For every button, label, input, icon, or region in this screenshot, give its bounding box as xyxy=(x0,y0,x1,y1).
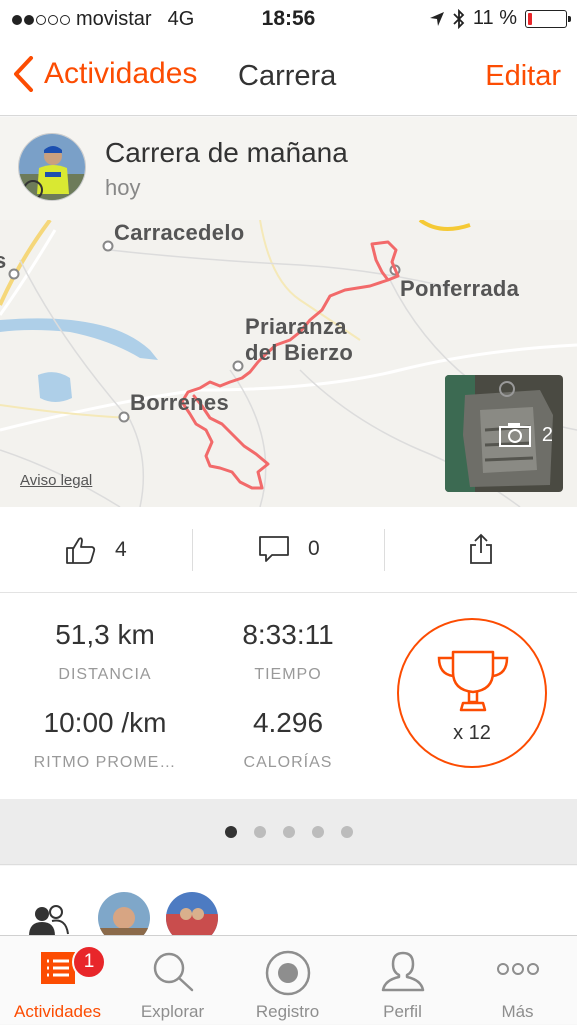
pace-label: RITMO PROME… xyxy=(33,754,177,771)
activities-list-icon xyxy=(40,952,75,984)
page-title: Carrera xyxy=(238,60,337,92)
activity-header: Carrera de mañana hoy xyxy=(0,117,577,220)
map-label-borrenes: Borrenes xyxy=(130,390,229,415)
athlete-avatar[interactable] xyxy=(18,133,86,201)
photo-thumbnail[interactable]: 2 xyxy=(445,375,563,492)
edit-button[interactable]: Editar xyxy=(485,60,561,93)
pace-value: 10:00 /km xyxy=(43,707,167,738)
tab-label: Más xyxy=(501,1002,534,1021)
map-label-carracedelo: Carracedelo xyxy=(114,220,245,245)
bluetooth-icon xyxy=(453,8,465,29)
kudos-avatar[interactable] xyxy=(166,892,218,936)
tab-record[interactable]: Registro xyxy=(230,936,345,1025)
tab-label: Explorar xyxy=(140,1002,205,1021)
page-indicator[interactable] xyxy=(0,799,577,865)
share-icon xyxy=(470,533,492,564)
kudos-count: 4 xyxy=(115,538,127,561)
page-dot[interactable] xyxy=(253,825,266,838)
battery-percent: 11 % xyxy=(472,7,517,29)
map-label-ponferrada: Ponferrada xyxy=(400,276,520,301)
group-icon xyxy=(29,905,69,936)
more-icon xyxy=(496,963,539,975)
map-label-priaranza: Priaranza xyxy=(245,314,347,339)
comment-button[interactable]: 0 xyxy=(258,535,320,563)
tab-profile[interactable]: Perfil xyxy=(345,936,460,1025)
thumbs-up-icon xyxy=(66,537,96,564)
comments-count: 0 xyxy=(308,537,320,560)
tab-label: Perfil xyxy=(383,1002,422,1021)
trophy-icon xyxy=(437,650,509,712)
achievements-count: x 12 xyxy=(453,722,491,744)
kudos-givers-row[interactable] xyxy=(0,866,577,936)
status-right: 11 % xyxy=(429,7,571,30)
kudos-button[interactable]: 4 xyxy=(65,535,127,565)
status-bar: movistar 4G 18:56 11 % xyxy=(0,0,577,38)
legal-notice-link[interactable]: Aviso legal xyxy=(20,472,92,489)
back-button[interactable]: Actividades xyxy=(12,56,197,92)
tab-bar: 1 Actividades Explorar Registro Perfil M… xyxy=(0,935,577,1024)
time-label: TIEMPO xyxy=(254,666,322,683)
time-value: 8:33:11 xyxy=(242,619,334,650)
battery-level xyxy=(528,12,532,25)
profile-icon xyxy=(381,951,424,992)
battery-icon xyxy=(525,9,571,28)
navigation-bar: Actividades Carrera Editar xyxy=(0,38,577,116)
kudos-avatar[interactable] xyxy=(98,892,150,936)
achievements-button[interactable]: x 12 xyxy=(397,618,547,768)
calories-value: 4.296 xyxy=(252,707,324,738)
map-label-edge: s xyxy=(0,248,7,273)
tab-label: Registro xyxy=(255,1002,320,1021)
share-button[interactable] xyxy=(468,533,494,565)
photo-count: 2 xyxy=(498,422,553,448)
tab-more[interactable]: Más xyxy=(460,936,575,1025)
route-map[interactable]: s Carracedelo Ponferrada Priaranza del B… xyxy=(0,220,577,507)
calories-label: CALORÍAS xyxy=(243,754,333,771)
divider xyxy=(192,529,193,571)
distance-label: DISTANCIA xyxy=(58,666,152,683)
divider xyxy=(384,529,385,571)
chevron-left-icon xyxy=(14,56,33,92)
page-dot[interactable] xyxy=(311,825,324,838)
search-icon xyxy=(153,952,193,992)
tab-label: Actividades xyxy=(14,1002,101,1021)
activity-date: hoy xyxy=(105,175,141,200)
notification-badge: 1 xyxy=(72,945,106,979)
tab-activities[interactable]: 1 Actividades xyxy=(0,936,115,1025)
social-actions-bar: 4 0 xyxy=(0,507,577,593)
map-label-del-bierzo: del Bierzo xyxy=(245,340,354,365)
record-icon xyxy=(265,950,310,996)
camera-icon xyxy=(498,423,531,447)
distance-value: 51,3 km xyxy=(55,619,155,650)
comment-icon xyxy=(259,536,289,562)
page-dot[interactable] xyxy=(224,825,237,838)
back-button-label: Actividades xyxy=(44,57,198,90)
page-dot[interactable] xyxy=(340,825,353,838)
location-arrow-icon xyxy=(429,11,444,26)
activity-stats[interactable]: 51,3 km DISTANCIA 8:33:11 TIEMPO 10:00 /… xyxy=(0,593,577,799)
page-dot[interactable] xyxy=(282,825,295,838)
activity-title: Carrera de mañana xyxy=(105,137,348,168)
tab-explore[interactable]: Explorar xyxy=(115,936,230,1025)
photo-count-value: 2 xyxy=(541,423,553,446)
